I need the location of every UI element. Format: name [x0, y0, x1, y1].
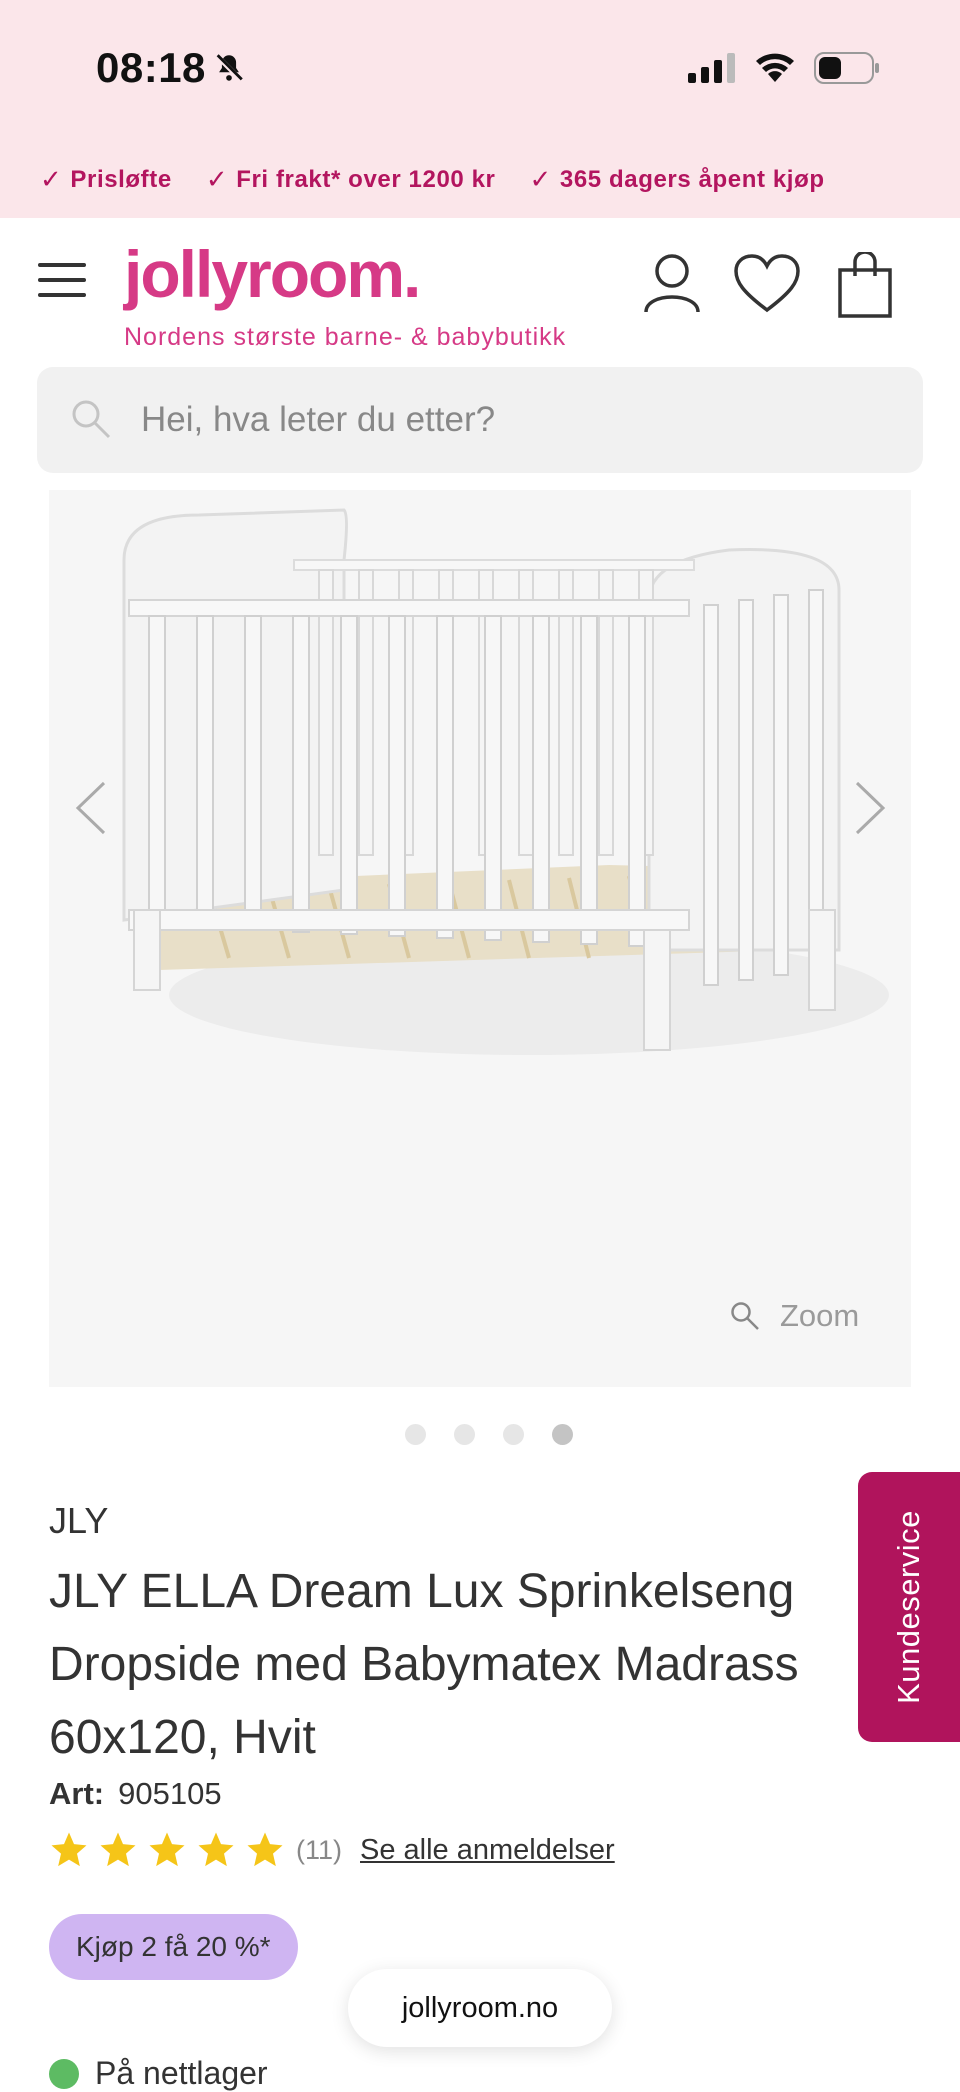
usp-item: ✓ Fri frakt* over 1200 kr — [206, 164, 496, 195]
review-count: (11) — [296, 1834, 343, 1865]
battery-icon — [814, 52, 879, 84]
previous-arrow-icon[interactable] — [74, 780, 108, 836]
status-icons — [688, 52, 880, 84]
title-line: JLY ELLA Dream Lux Sprinkelseng — [49, 1565, 795, 1618]
gallery-dot[interactable] — [405, 1424, 426, 1445]
clock: 08:18 — [96, 44, 206, 91]
gallery-pagination — [405, 1424, 573, 1445]
usp-label: Fri frakt* over 1200 kr — [236, 165, 496, 193]
stock-status: På nettlager — [49, 2055, 268, 2092]
account-icon[interactable] — [642, 252, 702, 314]
signal-icon — [688, 53, 735, 83]
search-placeholder: Hei, hva leter du etter? — [141, 400, 496, 439]
gallery-dot-active[interactable] — [552, 1424, 573, 1445]
usp-label: 365 dagers åpent kjøp — [559, 165, 825, 193]
tagline: Nordens største barne- & babybutikk — [124, 323, 567, 351]
promo-badge[interactable]: Kjøp 2 få 20 %* — [49, 1914, 298, 1980]
product-image[interactable] — [49, 490, 911, 1387]
star-icon — [247, 1832, 283, 1867]
star-icon — [51, 1832, 87, 1867]
cart-bag-icon[interactable] — [838, 252, 892, 318]
see-all-reviews-link[interactable]: Se alle anmeldelser — [360, 1834, 615, 1867]
zoom-icon — [731, 1302, 759, 1330]
article-number: Art: 905105 — [49, 1776, 222, 1812]
search-input[interactable]: Hei, hva leter du etter? — [37, 367, 923, 473]
title-line: Dropside med Babymatex Madrass — [49, 1638, 799, 1691]
gallery-dot[interactable] — [503, 1424, 524, 1445]
title-line: 60x120, Hvit — [49, 1711, 316, 1764]
stock-status-dot — [49, 2058, 79, 2089]
star-icon — [100, 1832, 136, 1867]
wifi-icon — [756, 53, 794, 82]
star-icon — [198, 1832, 234, 1867]
wishlist-heart-icon[interactable] — [733, 254, 801, 314]
menu-icon[interactable] — [38, 263, 86, 297]
zoom-button[interactable]: Zoom — [730, 1298, 859, 1334]
rating: (11) Se alle anmeldelser — [49, 1830, 615, 1870]
check-icon: ✓ — [40, 164, 63, 194]
product-title: JLY ELLA Dream Lux Sprinkelseng Dropside… — [49, 1555, 949, 1774]
next-arrow-icon[interactable] — [853, 780, 887, 836]
usp-item: ✓ Prisløfte — [40, 164, 172, 195]
bell-slash-icon — [214, 53, 244, 83]
usp-bar: ✓ Prisløfte ✓ Fri frakt* over 1200 kr ✓ … — [40, 164, 825, 195]
logo[interactable]: jollyroom. — [124, 236, 421, 312]
check-icon: ✓ — [529, 164, 552, 194]
status-time: 08:18 — [96, 44, 246, 92]
check-icon: ✓ — [205, 164, 229, 194]
search-icon — [72, 400, 111, 439]
browser-url-bar[interactable]: jollyroom.no — [348, 1969, 612, 2047]
crib-image — [122, 508, 889, 1055]
customer-service-label: Kundeservice — [891, 1510, 926, 1704]
article-label: Art: — [49, 1776, 105, 1811]
gallery-dot[interactable] — [454, 1424, 475, 1445]
stock-label: På nettlager — [95, 2055, 268, 2091]
zoom-label: Zoom — [780, 1298, 860, 1333]
customer-service-tab[interactable]: Kundeservice — [858, 1472, 960, 1742]
article-value: 905105 — [118, 1776, 222, 1811]
star-icon — [149, 1832, 185, 1867]
usp-label: Prisløfte — [70, 165, 172, 193]
product-brand[interactable]: JLY — [49, 1500, 108, 1542]
usp-item: ✓ 365 dagers åpent kjøp — [530, 164, 825, 195]
